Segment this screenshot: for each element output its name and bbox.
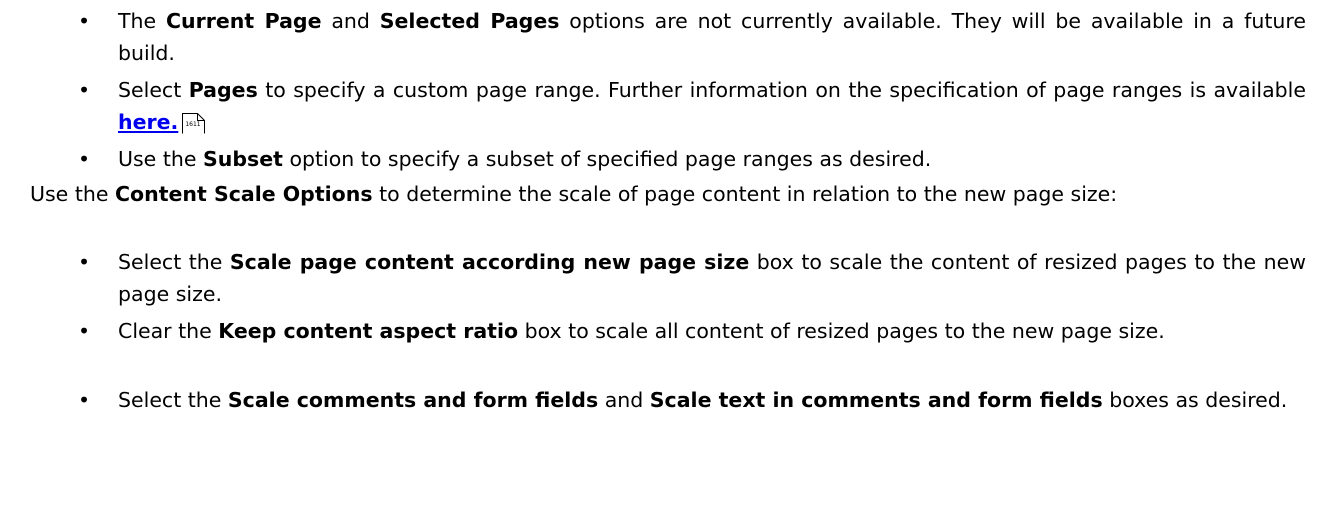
text-segment: and (598, 388, 650, 412)
here-link[interactable]: here. (118, 110, 178, 134)
list-item-text: Select Pages to specify a custom page ra… (96, 74, 1306, 138)
bold-term: Scale page content according new page si… (229, 250, 750, 274)
bold-term: Scale text in comments and form fields (649, 388, 1103, 412)
bold-term: Subset (202, 147, 283, 171)
bold-term: Selected Pages (379, 9, 560, 33)
bold-term: Pages (188, 78, 258, 102)
bold-term: Scale comments and form fields (227, 388, 599, 412)
list-item-scale-comments: • Select the Scale comments and form fie… (78, 384, 1306, 416)
text-segment: Use the (118, 147, 203, 171)
text-segment: boxes as desired. (1102, 388, 1288, 412)
list-item-text: Use the Content Scale Options to determi… (8, 178, 1306, 210)
bold-term: Content Scale Options (114, 182, 373, 206)
text-segment: Select the (118, 388, 228, 412)
list-item-text: The Current Page and Selected Pages opti… (96, 5, 1306, 69)
bullet: • (0, 178, 4, 210)
list-item-current-page: • The Current Page and Selected Pages op… (78, 5, 1306, 69)
bullet: • (78, 78, 91, 102)
text-segment: option to specify a subset of specified … (282, 147, 932, 171)
text-segment: to specify a custom page range. Further … (257, 78, 1306, 102)
page-reference-icon[interactable]: 1611 (182, 113, 206, 134)
list-item-subset: • Use the Subset option to specify a sub… (78, 143, 1306, 175)
list-item-text: Select the Scale page content according … (96, 246, 1306, 310)
list-item-text: Use the Subset option to specify a subse… (96, 143, 1306, 175)
text-segment: and (321, 9, 380, 33)
list-item-content-scale: • Use the Content Scale Options to deter… (0, 178, 1306, 210)
text-segment: The (118, 9, 166, 33)
text-segment: Select (118, 78, 189, 102)
text-segment: box to scale all content of resized page… (518, 319, 1165, 343)
bullet: • (78, 388, 91, 412)
help-document: • The Current Page and Selected Pages op… (0, 0, 1318, 519)
bullet: • (78, 9, 91, 33)
bullet: • (78, 147, 91, 171)
list-item-text: Select the Scale comments and form field… (96, 384, 1306, 416)
list-item-keep-aspect: • Clear the Keep content aspect ratio bo… (78, 315, 1306, 347)
text-segment: Use the (30, 182, 115, 206)
list-item-text: Clear the Keep content aspect ratio box … (96, 315, 1306, 347)
bold-term: Current Page (165, 9, 322, 33)
bullet: • (78, 319, 91, 343)
bold-term: Keep content aspect ratio (218, 319, 519, 343)
list-item-pages: • Select Pages to specify a custom page … (78, 74, 1306, 138)
text-segment: to determine the scale of page content i… (372, 182, 1118, 206)
text-segment: Select the (118, 250, 230, 274)
bullet: • (78, 250, 91, 274)
text-segment: Clear the (118, 319, 219, 343)
page-reference-number: 1611 (185, 121, 201, 128)
list-item-scale-page-content: • Select the Scale page content accordin… (78, 246, 1306, 310)
